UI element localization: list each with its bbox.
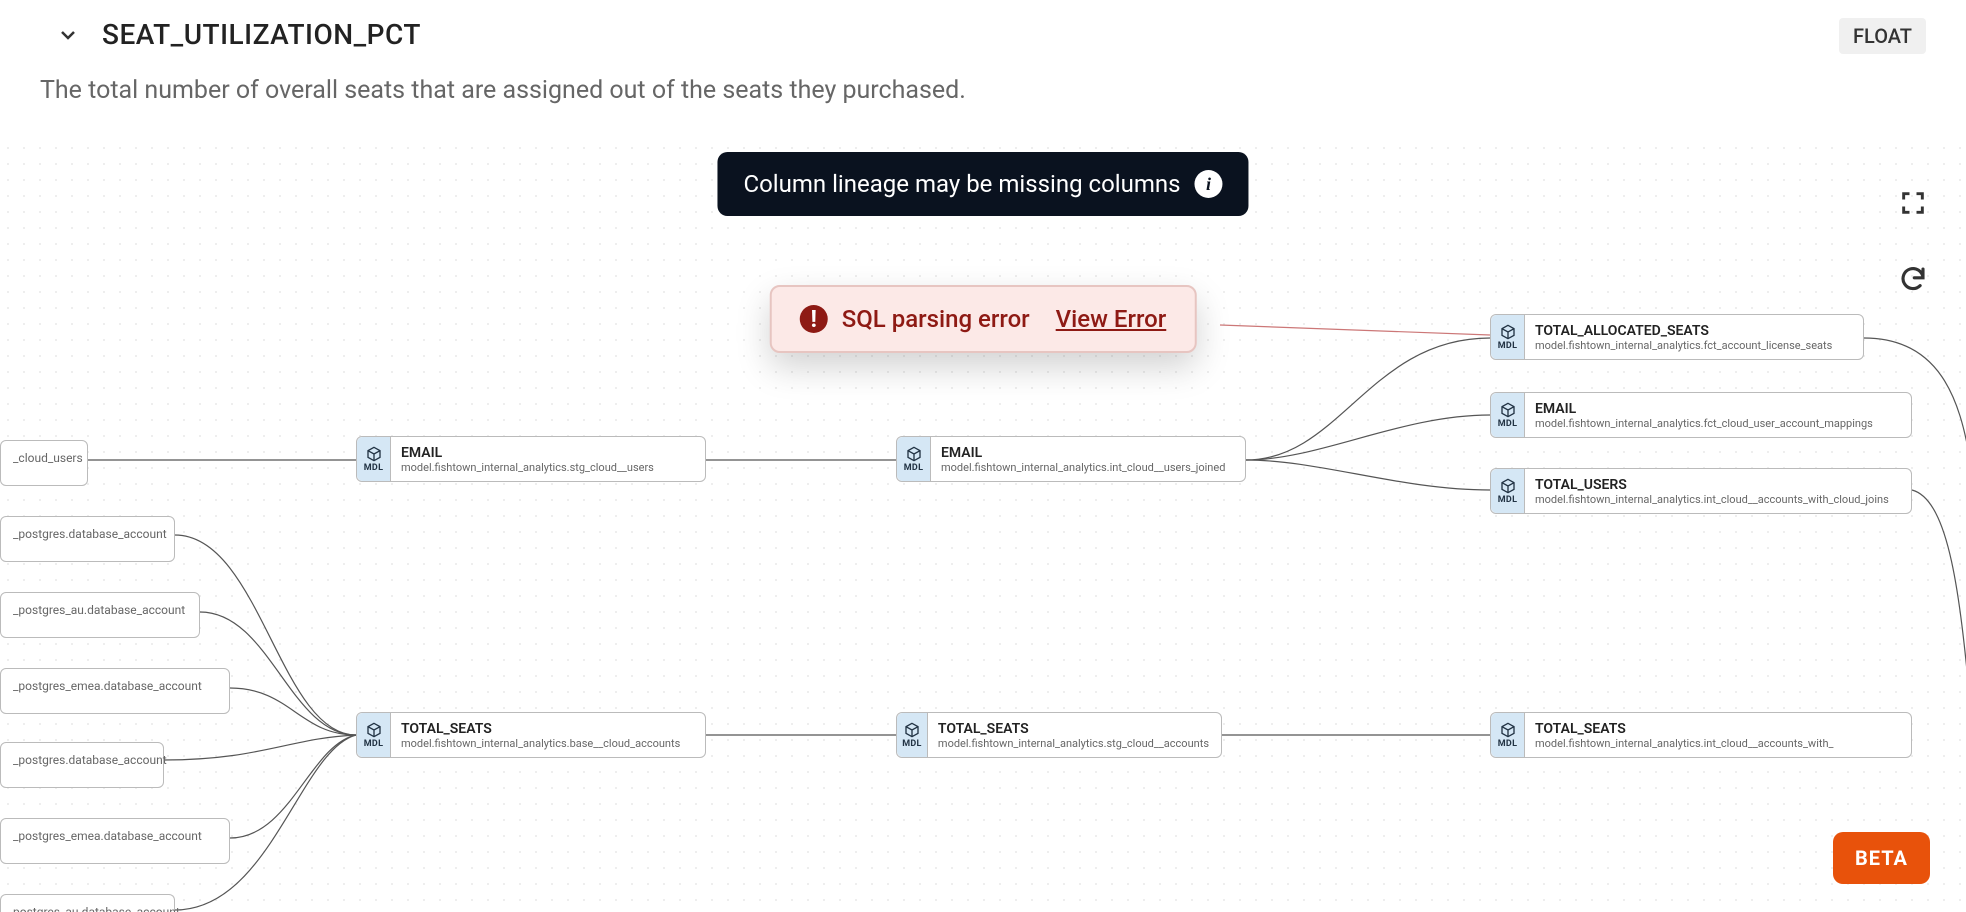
beta-badge: BETA bbox=[1833, 832, 1930, 884]
model-icon: MDL bbox=[357, 713, 391, 757]
node-path: _postgres.database_account bbox=[13, 753, 167, 777]
info-icon[interactable]: i bbox=[1195, 170, 1223, 198]
node-path: model.fishtown_internal_analytics.stg_cl… bbox=[401, 461, 654, 474]
lineage-canvas[interactable]: Column lineage may be missing columns i … bbox=[0, 140, 1966, 912]
lineage-node[interactable]: MDL TOTAL_SEATS model.fishtown_internal_… bbox=[896, 712, 1222, 758]
lineage-node[interactable]: MDL TOTAL_SEATS model.fishtown_internal_… bbox=[1490, 712, 1912, 758]
node-path: model.fishtown_internal_analytics.stg_cl… bbox=[938, 737, 1209, 750]
model-icon: MDL bbox=[1491, 469, 1525, 513]
lineage-warning-banner: Column lineage may be missing columns i bbox=[717, 152, 1248, 216]
collapse-chevron[interactable] bbox=[54, 21, 82, 49]
lineage-node[interactable]: _postgres_emea.database_account bbox=[0, 668, 230, 714]
lineage-node[interactable]: postgres_au.database_account bbox=[0, 894, 175, 912]
lineage-node[interactable]: MDL EMAIL model.fishtown_internal_analyt… bbox=[356, 436, 706, 482]
node-path: model.fishtown_internal_analytics.base__… bbox=[401, 737, 680, 750]
lineage-node[interactable]: _postgres_au.database_account bbox=[0, 592, 200, 638]
error-text: SQL parsing error bbox=[842, 305, 1030, 333]
sql-error-banner: ! SQL parsing error View Error bbox=[770, 285, 1197, 353]
node-path: postgres_au.database_account bbox=[13, 905, 180, 912]
lineage-node[interactable]: _postgres_emea.database_account bbox=[0, 818, 230, 864]
model-label: MDL bbox=[1498, 495, 1518, 505]
model-label: MDL bbox=[364, 463, 384, 473]
type-badge: FLOAT bbox=[1839, 18, 1926, 54]
node-path: model.fishtown_internal_analytics.fct_cl… bbox=[1535, 417, 1873, 430]
column-name: TOTAL_USERS bbox=[1535, 477, 1889, 493]
model-icon: MDL bbox=[1491, 315, 1525, 359]
column-name: TOTAL_SEATS bbox=[938, 721, 1209, 737]
node-path: _postgres.database_account bbox=[13, 527, 167, 551]
model-icon: MDL bbox=[897, 437, 931, 481]
model-icon: MDL bbox=[357, 437, 391, 481]
model-label: MDL bbox=[1498, 341, 1518, 351]
column-description: The total number of overall seats that a… bbox=[40, 76, 966, 105]
model-label: MDL bbox=[904, 463, 924, 473]
lineage-node[interactable]: MDL TOTAL_USERS model.fishtown_internal_… bbox=[1490, 468, 1912, 514]
node-path: _cloud_users bbox=[13, 451, 83, 475]
model-label: MDL bbox=[902, 739, 922, 749]
lineage-node[interactable]: _cloud_users bbox=[0, 440, 88, 486]
lineage-node[interactable]: MDL TOTAL_ALLOCATED_SEATS model.fishtown… bbox=[1490, 314, 1864, 360]
model-icon: MDL bbox=[1491, 393, 1525, 437]
lineage-node[interactable]: MDL EMAIL model.fishtown_internal_analyt… bbox=[896, 436, 1246, 482]
lineage-node[interactable]: _postgres.database_account bbox=[0, 516, 175, 562]
lineage-node[interactable]: _postgres.database_account bbox=[0, 742, 164, 788]
view-error-link[interactable]: View Error bbox=[1056, 305, 1167, 333]
node-path: _postgres_au.database_account bbox=[13, 603, 185, 627]
model-label: MDL bbox=[1498, 739, 1518, 749]
page-title: SEAT_UTILIZATION_PCT bbox=[102, 18, 421, 51]
refresh-button[interactable] bbox=[1894, 260, 1932, 298]
node-path: _postgres_emea.database_account bbox=[13, 679, 202, 703]
column-name: EMAIL bbox=[401, 445, 654, 461]
node-path: model.fishtown_internal_analytics.fct_ac… bbox=[1535, 339, 1832, 352]
error-icon: ! bbox=[800, 305, 828, 333]
model-label: MDL bbox=[1498, 419, 1518, 429]
node-path: model.fishtown_internal_analytics.int_cl… bbox=[941, 461, 1225, 474]
warning-text: Column lineage may be missing columns bbox=[743, 170, 1180, 198]
node-path: _postgres_emea.database_account bbox=[13, 829, 202, 853]
column-name: TOTAL_SEATS bbox=[1535, 721, 1834, 737]
column-name: EMAIL bbox=[941, 445, 1225, 461]
lineage-node[interactable]: MDL EMAIL model.fishtown_internal_analyt… bbox=[1490, 392, 1912, 438]
node-path: model.fishtown_internal_analytics.int_cl… bbox=[1535, 493, 1889, 506]
model-label: MDL bbox=[364, 739, 384, 749]
fullscreen-button[interactable] bbox=[1894, 184, 1932, 222]
model-icon: MDL bbox=[897, 713, 928, 757]
column-name: EMAIL bbox=[1535, 401, 1873, 417]
column-name: TOTAL_ALLOCATED_SEATS bbox=[1535, 323, 1832, 339]
lineage-node[interactable]: MDL TOTAL_SEATS model.fishtown_internal_… bbox=[356, 712, 706, 758]
column-name: TOTAL_SEATS bbox=[401, 721, 680, 737]
model-icon: MDL bbox=[1491, 713, 1525, 757]
node-path: model.fishtown_internal_analytics.int_cl… bbox=[1535, 737, 1834, 750]
